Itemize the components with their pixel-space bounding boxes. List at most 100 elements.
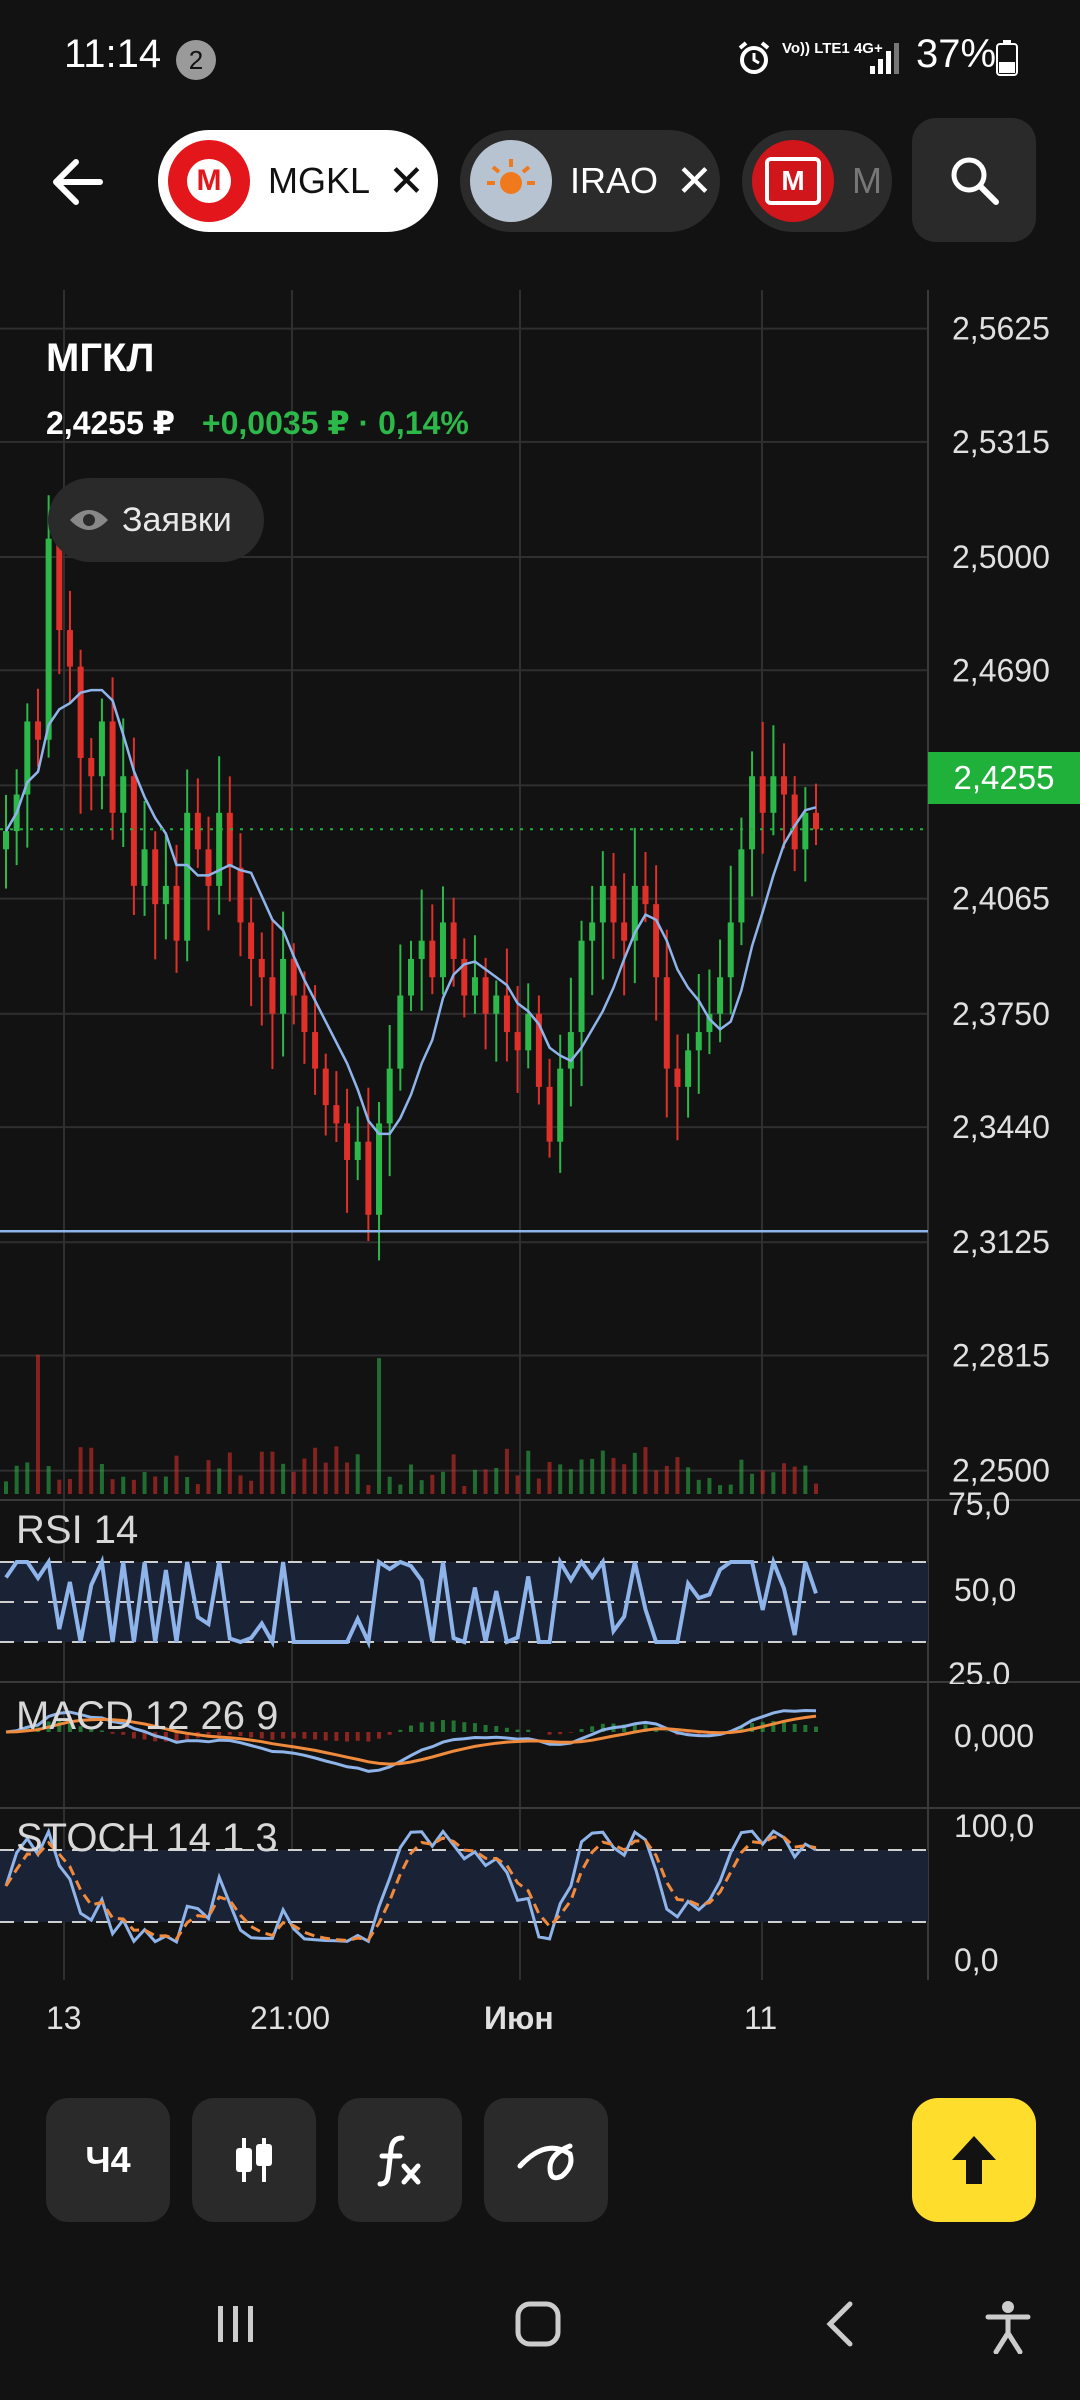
volume-bar [249,1480,254,1494]
candle [439,922,446,978]
candle [3,831,9,850]
candle [450,922,457,959]
macd-histogram-bar [814,1726,818,1732]
indicators-button[interactable] [338,2098,462,2222]
candles [3,495,819,1261]
macd-histogram-bar [515,1729,520,1732]
candle [695,1032,702,1051]
volume-bar [99,1463,104,1494]
x-tick-label: 11 [744,2000,778,2036]
close-icon[interactable]: ✕ [388,156,425,207]
volume-bar [622,1464,627,1494]
battery-percent: 37% [916,32,997,76]
candle [237,867,244,923]
search-button[interactable] [912,118,1036,242]
macd-histogram-bar [398,1729,403,1732]
candle [184,812,191,941]
candle [802,812,809,850]
volume-bar [313,1447,318,1494]
volume-bar [504,1448,509,1494]
macd-histogram-bar [494,1725,499,1732]
candle [408,958,414,996]
drawing-tools-button[interactable] [484,2098,608,2222]
volume-bar [739,1459,744,1494]
orders-button[interactable]: Заявки [48,478,264,562]
volume-bar [643,1447,648,1494]
candle [813,812,819,830]
candle [98,721,105,777]
search-icon [951,157,999,205]
candle [653,904,660,978]
candle [738,849,745,923]
candle [578,940,585,1033]
candle [344,1123,351,1160]
tab-magnit[interactable]: M M [742,130,892,232]
volume-bar [387,1476,392,1494]
volume-bar [782,1463,787,1494]
x-tick-label: Июн [484,2000,554,2036]
tab-irao[interactable]: IRAO ✕ [460,130,720,232]
volume-bar [89,1447,94,1494]
accessibility-icon[interactable] [984,2300,1032,2354]
candle [781,776,788,795]
candle [674,1068,681,1087]
volume-bar [600,1450,605,1494]
candle [589,922,596,941]
stoch-label: STOCH 14 1 3 [16,1816,278,1860]
volume-bar [430,1474,435,1494]
candle [546,1086,553,1142]
volume-bar [14,1465,19,1494]
macd-histogram-bar [387,1732,392,1735]
macd-histogram-bar [792,1723,797,1732]
candle [258,958,265,978]
volume-bar [398,1484,403,1494]
home-icon[interactable] [514,2300,562,2348]
alarm-icon [738,41,770,74]
candle [141,849,148,886]
eye-icon [70,510,108,530]
price-tick-label: 2,5315 [952,424,1050,460]
candle [376,1123,383,1215]
function-icon [377,2135,421,2187]
candle [770,776,777,813]
candle [88,757,95,777]
candle [301,995,308,1033]
candle [514,1032,521,1051]
volume-bar [590,1458,595,1494]
candle [120,776,127,813]
chart-type-button[interactable] [192,2098,316,2222]
volume-bar [686,1467,691,1494]
candle [525,1013,532,1051]
macd-histogram-bar [472,1723,477,1732]
trade-action-button[interactable] [912,2098,1036,2222]
price-change: +0,0035 ₽ · 0,14% [201,405,469,441]
back-arrow-icon[interactable] [50,156,106,208]
close-icon[interactable]: ✕ [676,156,713,207]
volume-bars [4,1354,818,1494]
volume-bar [696,1479,701,1494]
recent-apps-icon[interactable] [214,2300,258,2348]
candle [418,940,425,959]
candle [397,995,404,1069]
volume-bar [579,1459,584,1494]
price-line: 2,4255 ₽ +0,0035 ₽ · 0,14% [46,404,469,442]
candle [56,538,63,631]
volume-bar [526,1450,531,1494]
candle [333,1105,340,1124]
interval-label: Ч4 [85,2139,131,2180]
candle [354,1141,361,1160]
candle [599,885,606,923]
interval-button[interactable]: Ч4 [46,2098,170,2222]
tab-mgkl[interactable]: M MGKL ✕ [158,130,438,232]
candle [269,977,276,1014]
volume-bar [174,1455,179,1494]
back-nav-icon[interactable] [822,2300,858,2348]
macd-label: MACD 12 26 9 [16,1694,279,1738]
current-price-tag: 2,4255 [928,752,1080,804]
candle [130,776,137,886]
macd-histogram-bar [419,1722,424,1732]
candle [290,958,297,996]
candle [365,1141,372,1215]
candle [205,849,212,886]
macd-histogram-bar [547,1732,552,1735]
